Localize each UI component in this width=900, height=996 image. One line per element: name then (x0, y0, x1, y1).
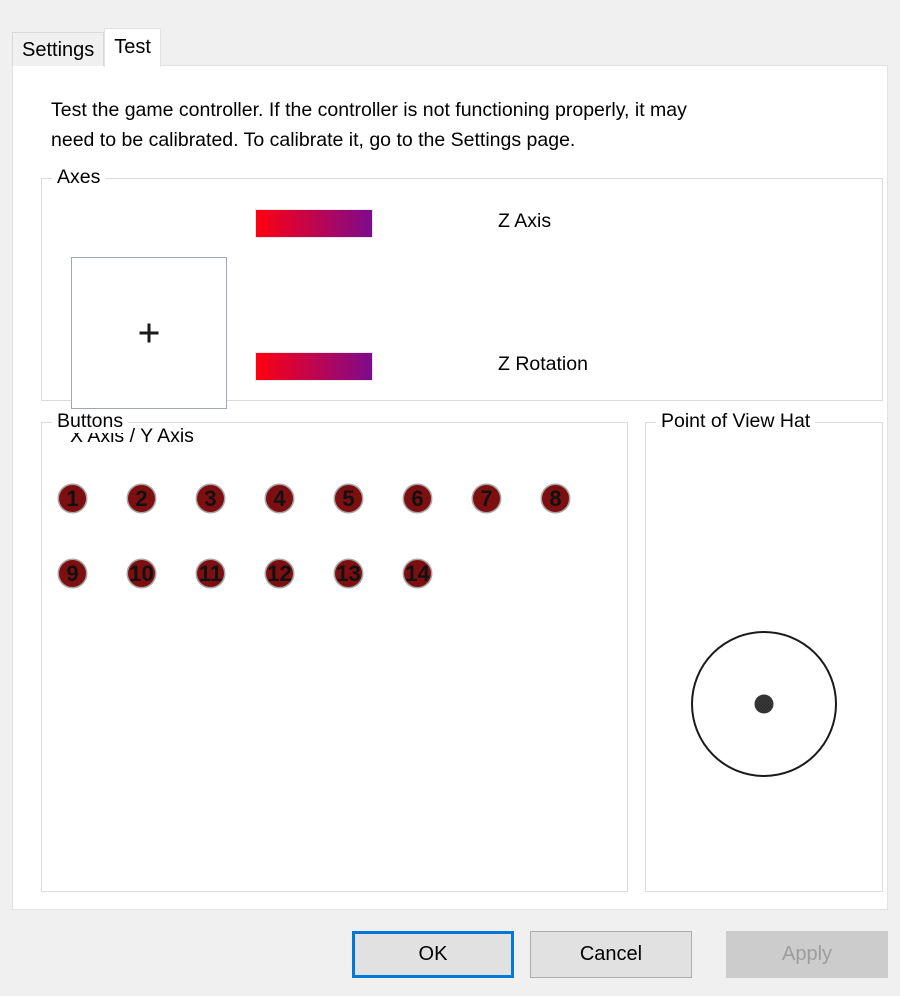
controller-button-label: 4 (273, 485, 286, 511)
axes-group: Axes X Axis / Y Axis Z Axis Z Rotation (41, 166, 883, 447)
controller-button-13: 13 (335, 560, 362, 587)
point-of-view-hat-group: Point of View Hat (645, 410, 883, 892)
controller-button-label: 3 (204, 485, 217, 511)
buttons-group: Buttons 1 2 3 4 5 6 7 8 9 10 11 12 13 14 (41, 410, 628, 892)
controller-button-5: 5 (335, 485, 362, 512)
tab-page-test: Test the game controller. If the control… (12, 65, 888, 910)
page-description: Test the game controller. If the control… (51, 99, 687, 151)
z-rotation-gradient-bar (255, 352, 373, 381)
controller-button-6: 6 (404, 485, 431, 512)
point-of-view-hat-group-label: Point of View Hat (656, 410, 816, 433)
controller-button-label: 5 (342, 485, 355, 511)
controller-button-label: 11 (198, 560, 223, 586)
controller-button-4: 4 (266, 485, 293, 512)
controller-button-3: 3 (197, 485, 224, 512)
controller-button-field: 1 2 3 4 5 6 7 8 9 10 11 12 13 14 (42, 423, 627, 891)
controller-button-8: 8 (542, 485, 569, 512)
controller-button-label: 13 (336, 560, 361, 586)
controller-button-label: 9 (66, 560, 79, 586)
pov-circle-icon (691, 631, 837, 777)
controller-button-label: 7 (480, 485, 493, 511)
controller-button-12: 12 (266, 560, 293, 587)
controller-button-9: 9 (59, 560, 86, 587)
tab-settings[interactable]: Settings (12, 32, 105, 66)
controller-button-14: 14 (404, 560, 431, 587)
xy-axis-position-box[interactable] (71, 257, 227, 409)
controller-button-10: 10 (128, 560, 155, 587)
dialog-button-bar: OK Cancel Apply (0, 931, 900, 981)
controller-button-label: 10 (129, 560, 154, 586)
z-axis-label: Z Axis (498, 210, 552, 232)
cancel-button[interactable]: Cancel (530, 931, 692, 978)
controller-button-label: 1 (66, 485, 79, 511)
crosshair-icon (139, 323, 159, 343)
controller-button-label: 14 (405, 560, 430, 586)
controller-button-2: 2 (128, 485, 155, 512)
controller-button-label: 8 (549, 485, 562, 511)
controller-button-11: 11 (197, 560, 224, 587)
pov-center-dot-icon (754, 694, 774, 714)
controller-button-label: 12 (267, 560, 292, 586)
controller-button-7: 7 (473, 485, 500, 512)
z-rotation-label: Z Rotation (498, 353, 588, 375)
axes-group-label: Axes (52, 166, 106, 189)
tab-test[interactable]: Test (104, 28, 161, 67)
controller-button-label: 2 (135, 485, 148, 511)
z-axis-gradient-bar (255, 209, 373, 238)
apply-button: Apply (726, 931, 888, 978)
controller-button-1: 1 (59, 485, 86, 512)
controller-button-label: 6 (411, 485, 424, 511)
tab-strip: Settings Test (12, 28, 161, 67)
ok-button[interactable]: OK (352, 931, 514, 978)
